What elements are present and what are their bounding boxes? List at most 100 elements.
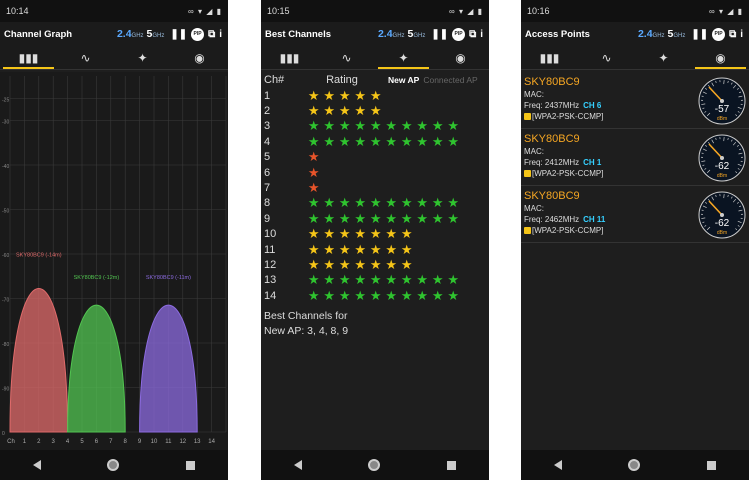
band-24-label: 2.4	[377, 28, 393, 40]
tab-time-graph[interactable]: ∿	[57, 46, 114, 69]
back-icon[interactable]	[294, 460, 303, 470]
info-icon[interactable]: i	[740, 29, 743, 40]
pip-icon[interactable]: PIP	[712, 27, 726, 41]
star-icon: ★	[369, 241, 382, 257]
home-icon[interactable]	[368, 459, 381, 471]
star-icon: ★	[323, 210, 336, 226]
star-icon: ★	[369, 118, 382, 134]
gauge-value: -57	[715, 104, 730, 115]
connected-ap-toggle[interactable]: Connected AP	[423, 75, 477, 85]
band-toggle[interactable]: 2.4GHz 5GHz	[638, 28, 685, 40]
pip-icon[interactable]: PIP	[452, 27, 466, 41]
tab-channel-graph[interactable]: ▮▮▮	[261, 46, 318, 69]
star-icon: ★	[447, 272, 460, 288]
ap-freq: Freq: 2437MHz	[524, 101, 580, 110]
star-icon: ★	[415, 89, 431, 103]
y-tick-label: -60	[2, 253, 9, 259]
recents-icon[interactable]	[706, 460, 716, 470]
star-icon: ★	[415, 227, 431, 241]
pause-icon[interactable]: ❚❚	[431, 29, 448, 40]
star-icon: ★	[446, 166, 462, 180]
star-icon: ★	[400, 210, 413, 226]
star-icon: ★	[337, 166, 353, 180]
access-point-item[interactable]: SKY80BC9 MAC: Freq: 2412MHz CH 1 [WPA2-PSK-C…	[521, 129, 749, 186]
tab-access-points[interactable]: ◉	[432, 46, 489, 69]
status-time: 10:14	[6, 6, 29, 16]
star-icon: ★	[430, 89, 446, 103]
star-icon: ★	[399, 104, 415, 118]
band-toggle[interactable]: 2.4GHz 5GHz	[378, 28, 425, 40]
star-icon: ★	[416, 133, 429, 149]
access-point-item[interactable]: SKY80BC9 MAC: Freq: 2437MHz CH 6 [WPA2-PSK-C…	[521, 72, 749, 129]
best-line-1: Best Channels for	[264, 310, 348, 323]
signal-gauge: -62dBm	[698, 134, 746, 182]
new-ap-toggle[interactable]: New AP	[388, 75, 419, 85]
star-icon: ★	[369, 87, 382, 103]
lock-icon	[524, 113, 531, 121]
star-icon: ★	[416, 272, 429, 288]
status-icons: ∞ ▾ ◢ ▮	[188, 6, 222, 16]
star-icon: ★	[338, 226, 351, 242]
home-icon[interactable]	[628, 459, 641, 471]
star-icon: ★	[415, 181, 431, 195]
star-icon: ★	[354, 272, 367, 288]
back-icon[interactable]	[33, 460, 42, 470]
back-icon[interactable]	[554, 460, 563, 470]
y-tick-label: -25	[2, 97, 9, 103]
star-icon: ★	[338, 272, 351, 288]
star-icon: ★	[415, 258, 431, 272]
gauge-unit: dBm	[717, 173, 727, 179]
tab-access-points[interactable]: ◉	[692, 46, 749, 69]
signal-curve[interactable]	[67, 304, 126, 433]
gauge-value: -62	[715, 161, 730, 172]
star-icon: ★	[385, 133, 398, 149]
tab-channel-graph[interactable]: ▮▮▮	[521, 46, 578, 69]
star-rating: ★★★★★★★★★★	[306, 210, 461, 226]
band-24-label: 2.4	[637, 28, 653, 40]
star-icon: ★	[446, 89, 462, 103]
tab-time-graph[interactable]: ∿	[318, 46, 375, 69]
access-point-item[interactable]: SKY80BC9 MAC: Freq: 2462MHz CH 11 [WPA2-PSK-…	[521, 186, 749, 243]
band-toggle[interactable]: 2.4GHz 5GHz	[117, 28, 164, 40]
rating-header: Ch# Rating New AP Connected AP	[264, 72, 486, 88]
pause-icon[interactable]: ❚❚	[691, 29, 708, 40]
star-rating: ★★★★★★★★★★	[306, 288, 461, 303]
home-icon[interactable]	[107, 459, 120, 471]
star-icon: ★	[354, 103, 367, 119]
info-icon[interactable]: i	[219, 29, 222, 40]
rating-row: 14 ★ ★ ★ ★ ★ ★ ★ ★ ★ ★	[264, 288, 486, 303]
channel-number: 13	[264, 274, 277, 287]
pause-icon[interactable]: ❚❚	[170, 29, 187, 40]
tab-channel-rating[interactable]: ✦	[375, 46, 432, 69]
ap-channel: CH 6	[583, 101, 602, 110]
star-icon: ★	[431, 118, 444, 134]
bar-chart-icon: ▮▮▮	[539, 50, 560, 65]
tab-channel-rating[interactable]: ✦	[635, 46, 692, 69]
info-icon[interactable]: i	[480, 29, 483, 40]
star-icon: ★	[430, 181, 446, 195]
tab-channel-rating[interactable]: ✦	[114, 46, 171, 69]
channel-number: 1	[264, 89, 271, 102]
external-link-icon[interactable]: ⧉	[729, 29, 736, 40]
star-icon: ★	[400, 241, 413, 257]
pip-icon[interactable]: PIP	[191, 27, 205, 41]
recents-icon[interactable]	[185, 460, 195, 470]
signal-gauge: -62dBm	[698, 191, 746, 239]
x-tick-label: Ch	[7, 439, 15, 445]
star-rating: ★★★★★★★★★★	[306, 104, 461, 118]
external-link-icon[interactable]: ⧉	[208, 29, 215, 40]
star-icon: ★	[415, 150, 431, 164]
star-icon: ★	[338, 103, 351, 119]
tab-time-graph[interactable]: ∿	[578, 46, 635, 69]
tab-channel-graph[interactable]: ▮▮▮	[0, 46, 57, 69]
access-point-list: SKY80BC9 MAC: Freq: 2437MHz CH 6 [WPA2-PSK-C…	[521, 72, 749, 243]
signal-curve[interactable]	[9, 288, 69, 433]
x-tick-label: 10	[151, 439, 158, 445]
tab-access-points[interactable]: ◉	[171, 46, 228, 69]
star-icon: ★	[416, 210, 429, 226]
y-tick-label: -40	[2, 164, 9, 170]
signal-curve[interactable]	[139, 304, 198, 433]
lock-icon	[524, 170, 531, 178]
external-link-icon[interactable]: ⧉	[469, 29, 476, 40]
recents-icon[interactable]	[446, 460, 456, 470]
